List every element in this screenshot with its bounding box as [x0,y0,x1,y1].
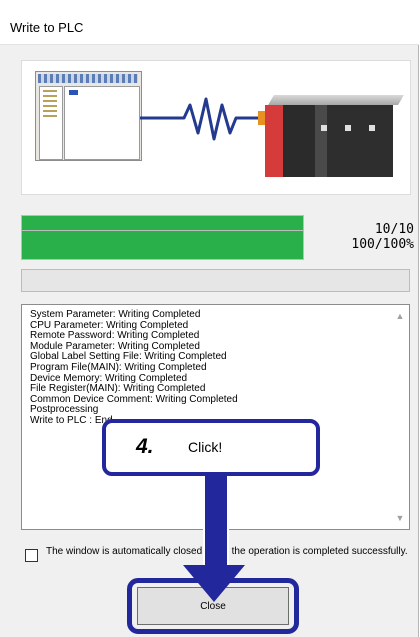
auto-close-label: The window is automatically closed when … [46,546,408,557]
write-to-plc-dialog: Write to PLC 10/10 100/100% System Param… [0,0,419,637]
callout-step-number: 4. [136,435,154,458]
auto-close-checkbox[interactable] [25,549,38,562]
plc-module-icon [265,95,404,177]
title-bar: Write to PLC [0,0,419,45]
chevron-up-icon[interactable]: ▲ [395,311,405,321]
progress-bar-current [21,269,410,292]
chevron-down-icon[interactable]: ▼ [395,513,405,523]
progress-files-label: 10/10 [374,222,414,237]
callout-arrow-head [183,565,245,602]
write-illustration [21,60,411,195]
log-line: Program File(MAIN): Writing Completed [30,361,207,373]
instruction-callout: 4. Click! [102,419,320,476]
callout-text: Click! [188,439,223,455]
callout-arrow [203,476,229,566]
progress-bar-percent [21,230,304,260]
window-title: Write to PLC [10,20,84,35]
log-line: System Parameter: Writing Completed [30,309,201,320]
progress-percent-label: 100/100% [351,237,414,252]
log-lines: System Parameter: Writing Completed CPU P… [30,309,238,427]
